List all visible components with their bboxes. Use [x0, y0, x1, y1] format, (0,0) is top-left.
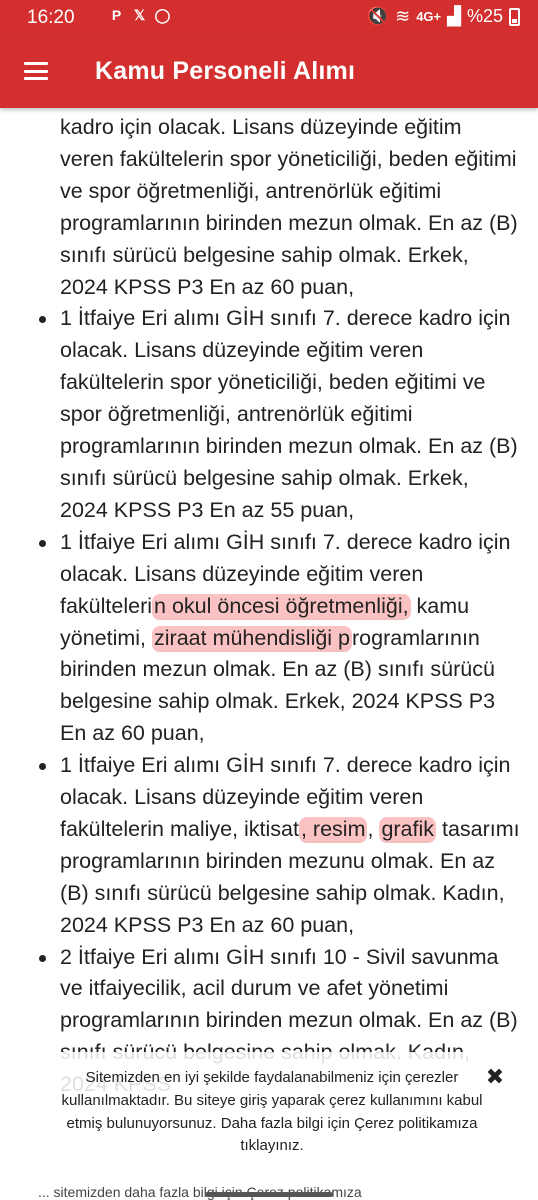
status-app-icons: P 𝕏 ◯: [108, 7, 171, 24]
wifi-icon: ≋: [395, 6, 411, 26]
cookie-banner-text: Sitemizden en iyi şekilde faydalanabilme…: [61, 1069, 483, 1155]
list-item: 1 İtfaiye Eri alımı GİH sınıfı 7. derece…: [39, 527, 520, 750]
article-paragraph: kadro için olacak. Lisans düzeyinde eğit…: [60, 115, 518, 299]
list-item: 1 İtfaiye Eri alımı GİH sınıfı 7. derece…: [39, 303, 520, 526]
status-time: 16:20: [27, 7, 75, 28]
whatsapp-icon: ◯: [154, 7, 171, 23]
home-indicator[interactable]: [205, 1192, 333, 1197]
battery-icon: [509, 7, 520, 26]
highlight-mark: grafik: [379, 816, 437, 841]
status-bar: 16:20 P 𝕏 ◯ 🔇 ≋ 4G+ ▟ %25: [0, 0, 538, 36]
pinterest-icon: P: [111, 7, 122, 23]
list-item-text: ,: [367, 816, 380, 841]
list-item: 1 İtfaiye Eri alımı GİH sınıfı 7. derece…: [39, 750, 520, 941]
hamburger-menu-icon[interactable]: [24, 62, 48, 80]
close-icon[interactable]: ✖: [484, 1066, 506, 1088]
highlight-mark: ziraat mühendisliği p: [152, 625, 353, 650]
network-label: 4G+: [416, 9, 442, 24]
highlight-mark: n okul öncesi öğretmenliği,: [152, 593, 411, 618]
x-icon: 𝕏: [133, 7, 146, 23]
mute-icon: 🔇: [366, 6, 390, 26]
list-item-text: 1 İtfaiye Eri alımı GİH sınıfı 7. derece…: [60, 306, 518, 522]
signal-icon: ▟: [447, 6, 461, 26]
app-title: Kamu Personeli Alımı: [95, 57, 356, 85]
app-bar: Kamu Personeli Alımı: [0, 36, 538, 108]
article-content: kadro için olacak. Lisans düzeyinde eğit…: [0, 108, 538, 1200]
cookie-banner: Sitemizden en iyi şekilde faydalanabilme…: [0, 1052, 538, 1200]
status-indicators: 🔇 ≋ 4G+ ▟ %25: [367, 6, 520, 27]
highlight-mark: , resim: [298, 816, 368, 841]
position-list: 1 İtfaiye Eri alımı GİH sınıfı 7. derece…: [0, 303, 538, 1101]
battery-percentage: %25: [466, 6, 503, 26]
